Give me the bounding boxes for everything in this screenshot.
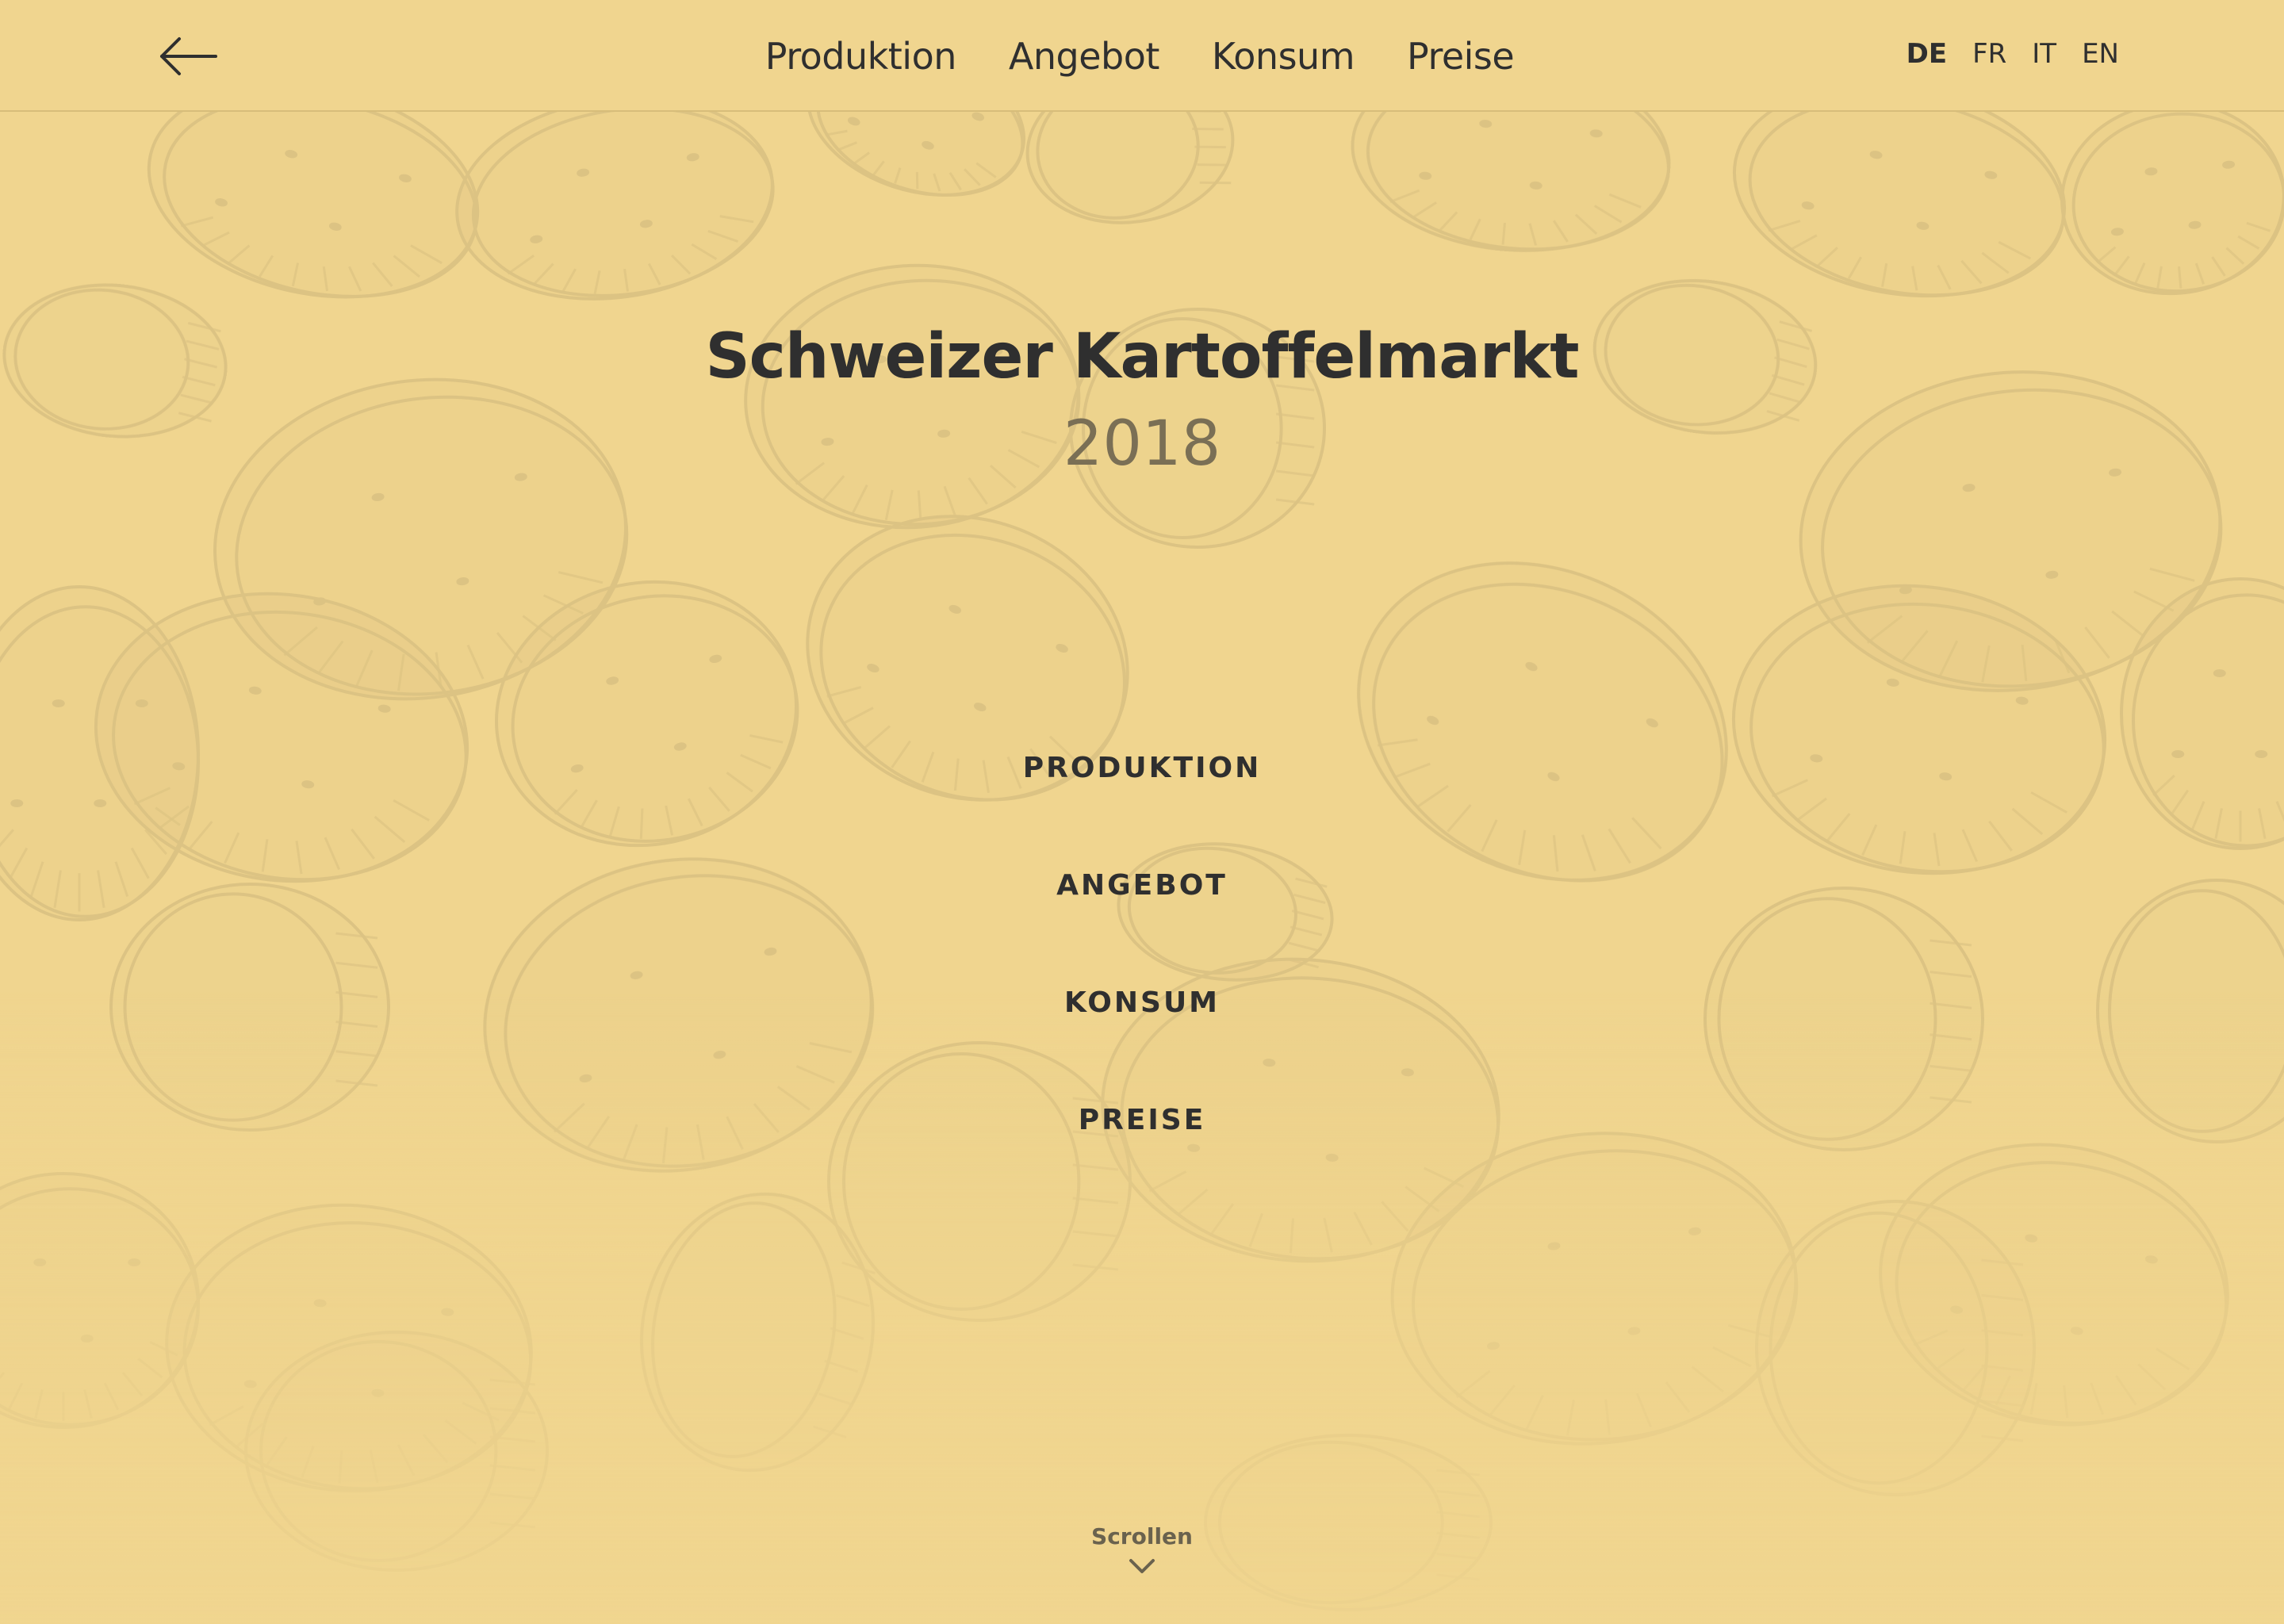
section-links: PRODUKTION ANGEBOT KONSUM PREISE xyxy=(0,749,2284,1219)
section-link-konsum[interactable]: KONSUM xyxy=(1064,984,1220,1022)
section-link-preise[interactable]: PREISE xyxy=(1079,1101,1206,1139)
nav-link-preise[interactable]: Preise xyxy=(1407,35,1515,78)
nav-link-angebot[interactable]: Angebot xyxy=(1009,35,1160,78)
arrow-left-icon xyxy=(160,37,217,75)
language-fr[interactable]: FR xyxy=(1972,38,2006,70)
language-switcher: DE FR IT EN xyxy=(1907,38,2119,70)
page-year: 2018 xyxy=(1063,408,1221,480)
chevron-down-icon xyxy=(1129,1559,1155,1573)
language-de[interactable]: DE xyxy=(1907,38,1947,70)
scroll-label: Scrollen xyxy=(1091,1523,1193,1549)
back-button[interactable] xyxy=(155,30,222,82)
language-en[interactable]: EN xyxy=(2082,38,2119,70)
page-title: Schweizer Kartoffelmarkt xyxy=(705,321,1579,393)
scroll-hint[interactable]: Scrollen xyxy=(0,1521,2284,1578)
nav-link-konsum[interactable]: Konsum xyxy=(1212,35,1355,78)
section-link-produktion[interactable]: PRODUKTION xyxy=(1023,749,1261,787)
language-it[interactable]: IT xyxy=(2032,38,2056,70)
section-link-angebot[interactable]: ANGEBOT xyxy=(1056,867,1228,905)
hero: Schweizer Kartoffelmarkt 2018 xyxy=(0,317,2284,484)
top-navigation-bar: Produktion Angebot Konsum Preise DE FR I… xyxy=(0,0,2284,112)
nav-link-produktion[interactable]: Produktion xyxy=(765,35,957,78)
